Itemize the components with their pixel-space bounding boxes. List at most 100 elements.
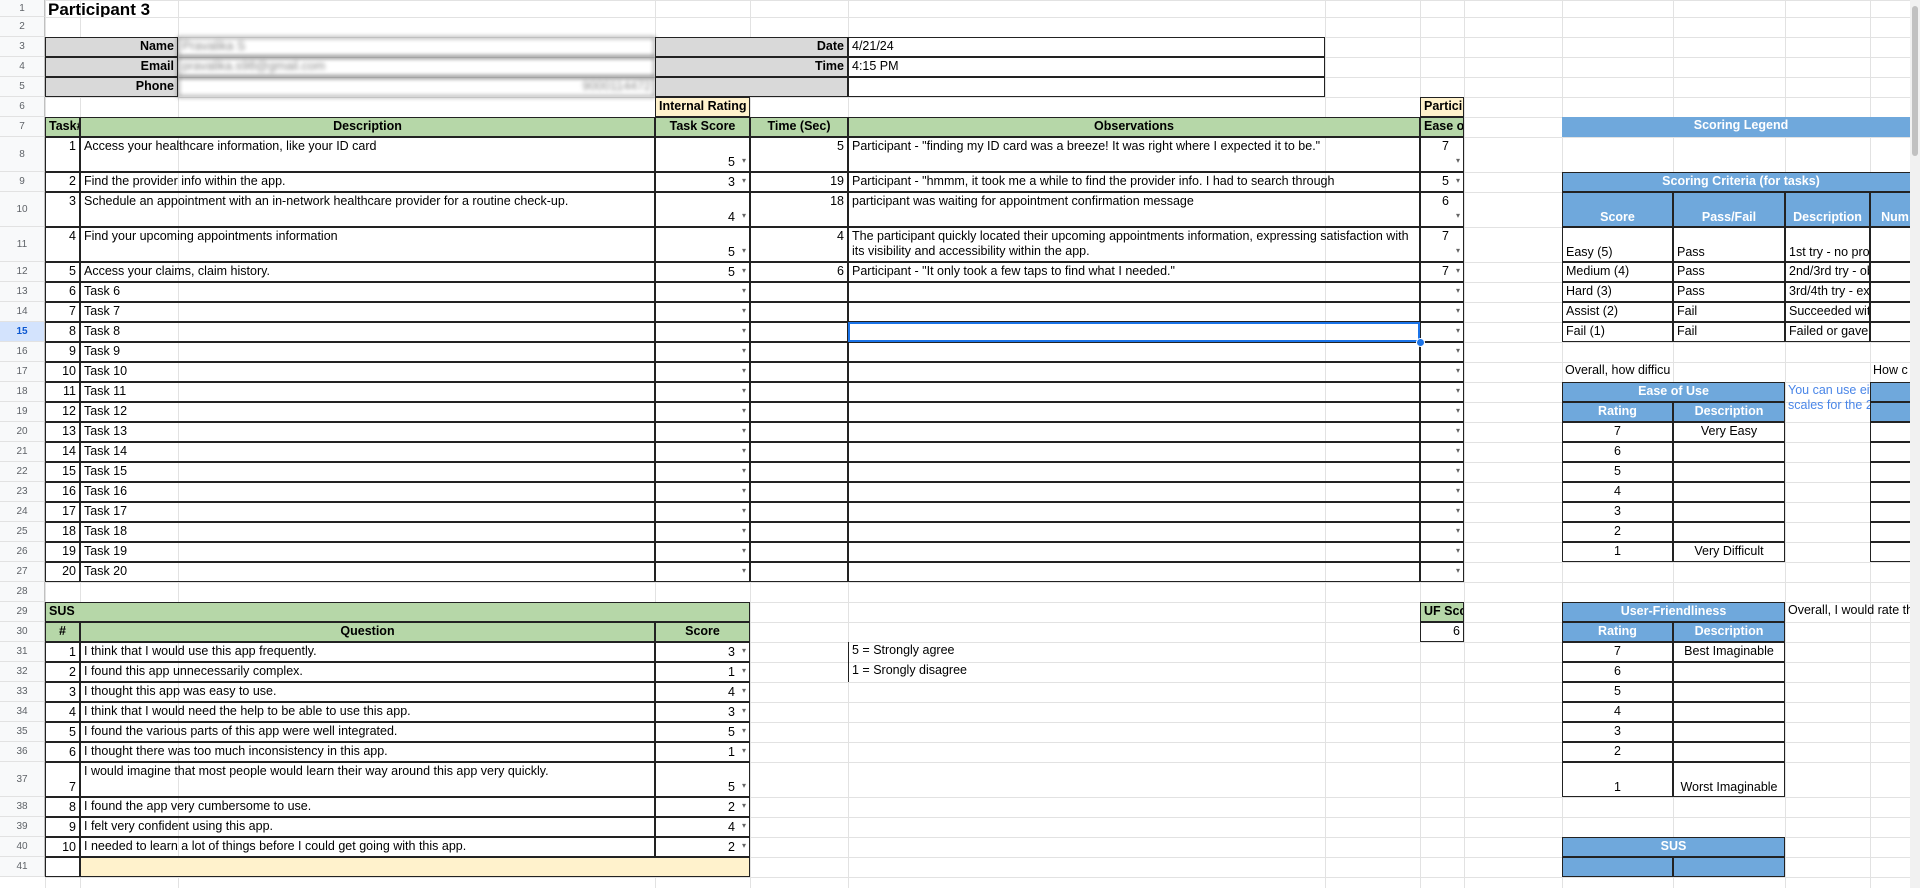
dropdown-arrow-icon[interactable]: ▾	[1456, 503, 1460, 518]
row-header[interactable]: 8	[0, 137, 45, 172]
dropdown-arrow-icon[interactable]: ▾	[1456, 303, 1460, 318]
task-observation[interactable]	[848, 502, 1420, 522]
dropdown-arrow-icon[interactable]: ▾	[742, 703, 746, 718]
task-time[interactable]	[750, 442, 848, 462]
dropdown-arrow-icon[interactable]: ▾	[1456, 383, 1460, 398]
task-number[interactable]: 2	[45, 172, 80, 192]
task-score-select[interactable]: 3 ▾	[655, 172, 750, 192]
dropdown-arrow-icon[interactable]: ▾	[742, 503, 746, 518]
task-score-select[interactable]: ▾	[655, 322, 750, 342]
dropdown-arrow-icon[interactable]: ▾	[742, 443, 746, 458]
dropdown-arrow-icon[interactable]: ▾	[742, 663, 746, 678]
sus-question[interactable]: I think that I would need the help to be…	[80, 702, 655, 722]
sus-question[interactable]: I found the various parts of this app we…	[80, 722, 655, 742]
row-header[interactable]: 37	[0, 762, 45, 797]
active-cell-selection[interactable]	[848, 322, 1420, 342]
task-score-select[interactable]: ▾	[655, 542, 750, 562]
sus-question[interactable]: I felt very confident using this app.	[80, 817, 655, 837]
dropdown-arrow-icon[interactable]: ▾	[1456, 263, 1460, 278]
row-header[interactable]: 14	[0, 302, 45, 322]
ease-of-use-select[interactable]: ▾	[1420, 382, 1464, 402]
dropdown-arrow-icon[interactable]: ▾	[742, 543, 746, 558]
ease-of-use-select[interactable]: ▾	[1420, 462, 1464, 482]
sus-number[interactable]: 1	[45, 642, 80, 662]
task-time[interactable]	[750, 402, 848, 422]
row-header[interactable]: 15	[0, 322, 45, 342]
task-number[interactable]: 9	[45, 342, 80, 362]
task-description[interactable]: Task 7	[80, 302, 655, 322]
task-score-select[interactable]: ▾	[655, 502, 750, 522]
row-header[interactable]: 25	[0, 522, 45, 542]
task-score-select[interactable]: ▾	[655, 562, 750, 582]
task-score-select[interactable]: 5 ▾	[655, 262, 750, 282]
sus-score-select[interactable]: 4 ▾	[655, 682, 750, 702]
dropdown-arrow-icon[interactable]: ▾	[742, 208, 746, 223]
sus-question[interactable]: I found this app unnecessarily complex.	[80, 662, 655, 682]
task-observation[interactable]	[848, 282, 1420, 302]
task-number[interactable]: 17	[45, 502, 80, 522]
ease-of-use-select[interactable]: 7 ▾	[1420, 262, 1464, 282]
task-description[interactable]: Task 20	[80, 562, 655, 582]
name-value[interactable]: Pravalika S	[178, 37, 655, 57]
dropdown-arrow-icon[interactable]: ▾	[742, 818, 746, 833]
dropdown-arrow-icon[interactable]: ▾	[1456, 463, 1460, 478]
task-score-select[interactable]: 5 ▾	[655, 227, 750, 262]
row-header[interactable]: 9	[0, 172, 45, 192]
dropdown-arrow-icon[interactable]: ▾	[1456, 323, 1460, 338]
task-time[interactable]	[750, 522, 848, 542]
row-header[interactable]: 27	[0, 562, 45, 582]
dropdown-arrow-icon[interactable]: ▾	[742, 838, 746, 853]
row-header[interactable]: 31	[0, 642, 45, 662]
row-header[interactable]: 5	[0, 77, 45, 97]
sus-score-select[interactable]: 5 ▾	[655, 762, 750, 797]
dropdown-arrow-icon[interactable]: ▾	[742, 798, 746, 813]
task-description[interactable]: Task 16	[80, 482, 655, 502]
row-header[interactable]: 1	[0, 0, 45, 17]
ease-of-use-select[interactable]: 6 ▾	[1420, 192, 1464, 227]
email-value[interactable]: pravalika.s98@gmail.com	[178, 57, 655, 77]
ease-of-use-select[interactable]: 5 ▾	[1420, 172, 1464, 192]
dropdown-arrow-icon[interactable]: ▾	[742, 403, 746, 418]
ease-of-use-select[interactable]: 7 ▾	[1420, 137, 1464, 172]
dropdown-arrow-icon[interactable]: ▾	[742, 153, 746, 168]
row-header[interactable]: 23	[0, 482, 45, 502]
dropdown-arrow-icon[interactable]: ▾	[742, 723, 746, 738]
task-number[interactable]: 15	[45, 462, 80, 482]
task-description[interactable]: Access your claims, claim history.	[80, 262, 655, 282]
sus-score-select[interactable]: 2 ▾	[655, 837, 750, 857]
row-header[interactable]: 35	[0, 722, 45, 742]
task-time[interactable]: 6	[750, 262, 848, 282]
task-time[interactable]	[750, 542, 848, 562]
task-observation[interactable]	[848, 342, 1420, 362]
row-header[interactable]: 7	[0, 117, 45, 137]
task-description[interactable]: Find your upcoming appointments informat…	[80, 227, 655, 262]
ease-of-use-select[interactable]: ▾	[1420, 282, 1464, 302]
ease-of-use-select[interactable]: ▾	[1420, 542, 1464, 562]
dropdown-arrow-icon[interactable]: ▾	[742, 243, 746, 258]
row-header[interactable]: 20	[0, 422, 45, 442]
task-number[interactable]: 18	[45, 522, 80, 542]
dropdown-arrow-icon[interactable]: ▾	[742, 563, 746, 578]
task-time[interactable]	[750, 322, 848, 342]
sus-number[interactable]: 5	[45, 722, 80, 742]
row-header[interactable]: 10	[0, 192, 45, 227]
ease-of-use-select[interactable]: ▾	[1420, 302, 1464, 322]
task-description[interactable]: Task 10	[80, 362, 655, 382]
task-time[interactable]	[750, 482, 848, 502]
dropdown-arrow-icon[interactable]: ▾	[1456, 243, 1460, 258]
dropdown-arrow-icon[interactable]: ▾	[1456, 483, 1460, 498]
task-description[interactable]: Task 18	[80, 522, 655, 542]
sus-score-select[interactable]: 1 ▾	[655, 662, 750, 682]
task-number[interactable]: 20	[45, 562, 80, 582]
row-header[interactable]: 24	[0, 502, 45, 522]
phone-value[interactable]: 9000114472	[178, 77, 655, 97]
task-number[interactable]: 6	[45, 282, 80, 302]
row-header[interactable]: 16	[0, 342, 45, 362]
row-header[interactable]: 36	[0, 742, 45, 762]
task-number[interactable]: 3	[45, 192, 80, 227]
row-header[interactable]: 21	[0, 442, 45, 462]
task-observation[interactable]: participant was waiting for appointment …	[848, 192, 1420, 227]
sus-question[interactable]: I thought there was too much inconsisten…	[80, 742, 655, 762]
sus-number[interactable]: 9	[45, 817, 80, 837]
sus-score-select[interactable]: 5 ▾	[655, 722, 750, 742]
